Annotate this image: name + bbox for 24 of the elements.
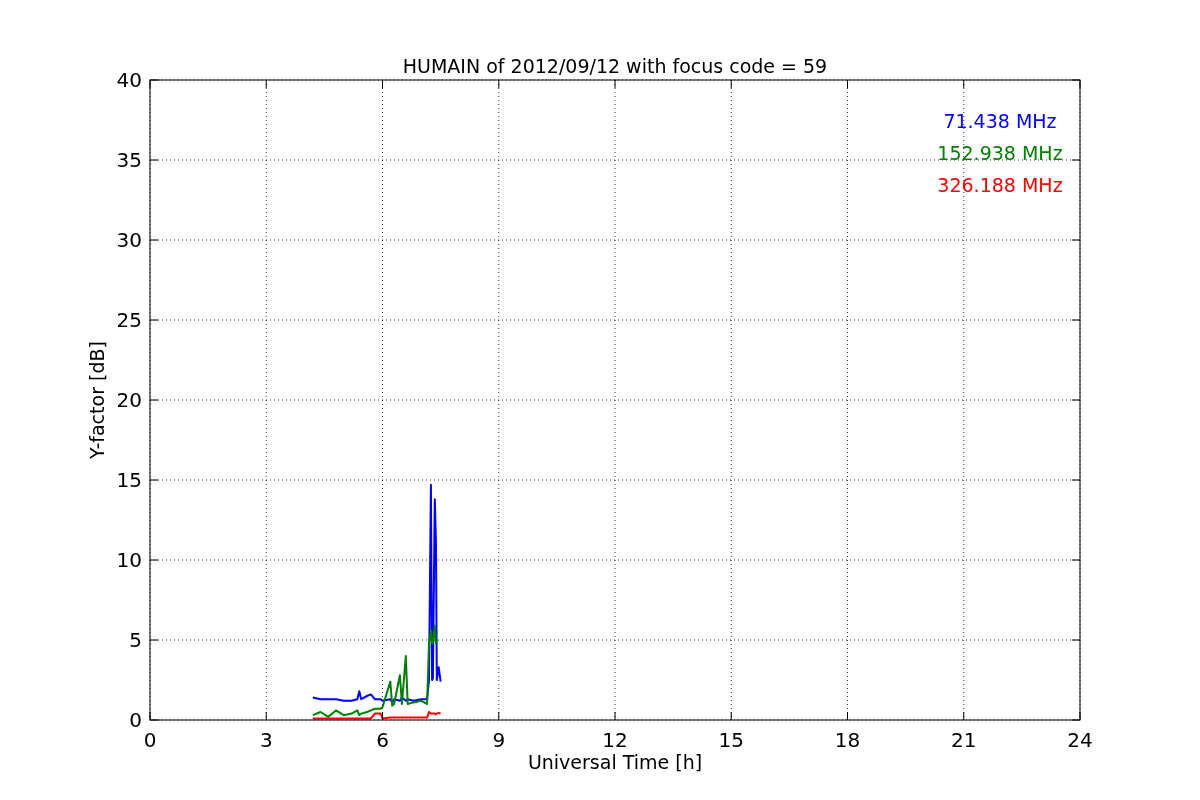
tick-label: 10 [116,548,142,572]
chart-title: HUMAIN of 2012/09/12 with focus code = 59 [402,55,828,77]
legend-label: 152.938 MHz [937,142,1063,164]
tick-label: 40 [116,68,142,92]
axis-label: Universal Time [h] [527,751,703,773]
tick-label: 21 [951,728,977,752]
legend-label: 326.188 MHz [937,174,1063,196]
tick-label: 3 [259,728,273,752]
tick-label: 15 [718,728,744,752]
tick-label: 9 [492,728,506,752]
axis-label: Y-factor [dB] [86,341,108,459]
tick-label: 35 [116,148,142,172]
tick-label: 6 [376,728,389,752]
tick-label: 12 [602,728,628,752]
legend-label: 71.438 MHz [943,110,1057,132]
tick-label: 24 [1067,728,1093,752]
tick-label: 20 [116,388,142,412]
tick-label: 18 [834,728,861,752]
tick-label: 0 [129,708,142,732]
tick-label: 5 [129,628,142,652]
tick-label: 15 [116,468,142,492]
tick-label: 30 [116,228,142,252]
tick-label: 0 [143,728,157,752]
tick-label: 25 [116,308,142,332]
